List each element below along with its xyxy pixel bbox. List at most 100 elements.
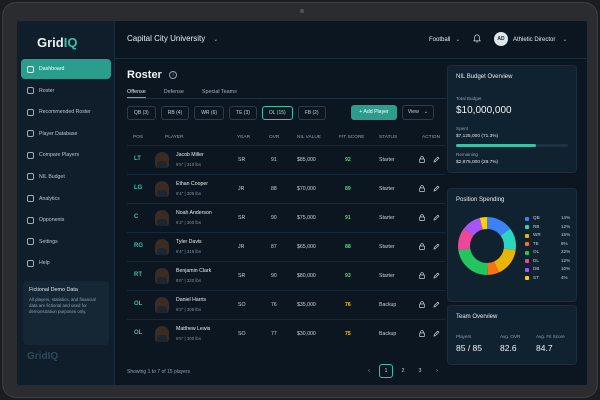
card-title: Team Overview <box>456 314 498 320</box>
legend-swatch <box>525 233 529 238</box>
position-label: OL <box>134 301 143 307</box>
player-photo <box>155 181 169 197</box>
col-ovr[interactable]: OVR <box>269 135 279 140</box>
legend-item-te: TE 6% <box>525 241 575 250</box>
prev-page-button[interactable]: ‹ <box>362 364 376 378</box>
player-name[interactable]: Noah Anderson <box>176 210 212 216</box>
sidebar-nav: Dashboard Roster Recommended Roster Play… <box>21 59 111 275</box>
table-row[interactable]: OL Matthew Lewis 6'5" | 300 lbs SO 77 $3… <box>127 319 445 348</box>
player-nil: $70,000 <box>297 186 316 192</box>
lock-icon[interactable] <box>419 301 425 308</box>
player-name[interactable]: Jacob Miller <box>176 152 204 158</box>
user-menu[interactable]: Athletic Director ⌄ <box>513 36 567 43</box>
filter-chip-ol[interactable]: OL (15) <box>261 106 293 120</box>
budget-progress-fill <box>456 144 536 147</box>
sidebar-item-help[interactable]: Help <box>21 253 111 273</box>
legend-swatch <box>525 216 529 221</box>
lock-icon[interactable] <box>419 156 425 163</box>
add-player-button[interactable]: + Add Player <box>351 105 397 120</box>
filter-chip-rb[interactable]: RB (4) <box>160 106 190 120</box>
player-fit-score: 92 <box>345 157 351 163</box>
page-button[interactable]: 1 <box>379 364 393 378</box>
info-icon[interactable]: i <box>169 71 177 79</box>
tab-special-teams[interactable]: Special Teams <box>202 85 237 98</box>
edit-icon[interactable] <box>433 185 440 192</box>
col-nil[interactable]: NIL VALUE <box>297 135 321 140</box>
col-year[interactable]: YEAR <box>237 135 250 140</box>
sidebar-item-compare-players[interactable]: Compare Players <box>21 145 111 165</box>
player-photo <box>155 239 169 255</box>
legend-swatch <box>525 225 529 229</box>
lock-icon[interactable] <box>419 214 425 221</box>
lock-icon[interactable] <box>419 185 425 192</box>
player-name[interactable]: Matthew Lewis <box>176 326 210 332</box>
sidebar-item-dashboard[interactable]: Dashboard <box>21 59 111 79</box>
sidebar-item-nil-budget[interactable]: NIL Budget <box>21 167 111 187</box>
position-label: C <box>134 214 139 220</box>
player-ovr: 91 <box>271 157 277 163</box>
edit-icon[interactable] <box>433 243 440 250</box>
filter-chip-te[interactable]: TE (3) <box>229 106 257 120</box>
edit-icon[interactable] <box>433 330 440 337</box>
edit-icon[interactable] <box>433 272 440 279</box>
col-fit[interactable]: FIT SCORE <box>339 135 365 140</box>
lock-icon[interactable] <box>419 330 425 337</box>
legend-label: TE <box>533 240 539 246</box>
view-dropdown[interactable]: View ⌄ <box>402 105 434 120</box>
table-row[interactable]: LT Jacob Miller 6'5" | 310 lbs SR 91 $85… <box>127 145 445 174</box>
player-ovr: 90 <box>271 273 277 279</box>
sport-selector[interactable]: Football ⌄ <box>429 36 460 43</box>
budget-progress-bar <box>456 144 568 147</box>
chevron-down-icon: ⌄ <box>562 37 568 43</box>
pagination-summary: Showing 1 to 7 of 15 players <box>127 369 191 375</box>
player-photo <box>155 297 169 313</box>
next-page-button[interactable]: › <box>430 364 444 378</box>
table-row[interactable]: RT Benjamin Clark 6'6" | 320 lbs SR 90 $… <box>127 261 445 290</box>
player-name[interactable]: Ethan Cooper <box>176 181 208 187</box>
filter-chip-qb[interactable]: QB (3) <box>127 106 156 120</box>
player-ovr: 77 <box>271 331 277 337</box>
col-pos[interactable]: POS <box>133 135 143 140</box>
filter-chip-wr[interactable]: WR (6) <box>194 106 225 120</box>
col-player[interactable]: PLAYER <box>165 135 184 140</box>
table-row[interactable]: OL Daniel Harris 6'3" | 305 lbs SO 76 $3… <box>127 290 445 319</box>
tab-offense[interactable]: Offense <box>127 85 146 98</box>
col-status[interactable]: STATUS <box>379 135 397 140</box>
player-name[interactable]: Benjamin Clark <box>176 268 211 274</box>
player-name[interactable]: Daniel Harris <box>176 297 206 303</box>
lock-icon[interactable] <box>419 272 425 279</box>
filter-chip-fb[interactable]: FB (2) <box>297 106 326 120</box>
table-row[interactable]: C Noah Anderson 6'3" | 300 lbs SR 90 $75… <box>127 203 445 232</box>
page-button[interactable]: 3 <box>413 364 427 378</box>
players-label: Players <box>456 334 472 339</box>
page-button[interactable]: 2 <box>396 364 410 378</box>
sidebar-item-roster[interactable]: Roster <box>21 81 111 101</box>
player-size: 6'5" | 300 lbs <box>176 336 202 341</box>
table-row[interactable]: RG Tyler Davis 6'4" | 315 lbs JR 87 $65,… <box>127 232 445 261</box>
sidebar-item-analytics[interactable]: Analytics <box>21 189 111 209</box>
tab-defense[interactable]: Defense <box>164 85 184 98</box>
player-size: 6'4" | 305 lbs <box>176 191 202 196</box>
player-name[interactable]: Tyler Davis <box>176 239 202 245</box>
player-fit-score: 76 <box>345 302 351 308</box>
bell-icon[interactable] <box>473 34 481 43</box>
lock-icon[interactable] <box>419 243 425 250</box>
sidebar-item-opponents[interactable]: Opponents <box>21 210 111 230</box>
spent-label: Spent <box>456 126 469 131</box>
player-fit-score: 91 <box>345 215 351 221</box>
sidebar-item-settings[interactable]: Settings <box>21 232 111 252</box>
edit-icon[interactable] <box>433 301 440 308</box>
player-ovr: 87 <box>271 244 277 250</box>
edit-icon[interactable] <box>433 156 440 163</box>
card-title: Position Spending <box>456 197 505 203</box>
table-row[interactable]: LG Ethan Cooper 6'4" | 305 lbs JR 88 $70… <box>127 174 445 203</box>
app-logo[interactable]: GridIQ <box>37 35 77 50</box>
sidebar-item-player-database[interactable]: Player Database <box>21 124 111 144</box>
player-size: 6'3" | 305 lbs <box>176 307 202 312</box>
player-fit-score: 75 <box>345 331 351 337</box>
legend-value: 12% <box>561 223 571 229</box>
edit-icon[interactable] <box>433 214 440 221</box>
sidebar-item-recommended-roster[interactable]: Recommended Roster <box>21 102 111 122</box>
avatar[interactable]: AD <box>494 32 508 46</box>
university-selector[interactable]: Capital City University ⌄ <box>127 34 218 43</box>
